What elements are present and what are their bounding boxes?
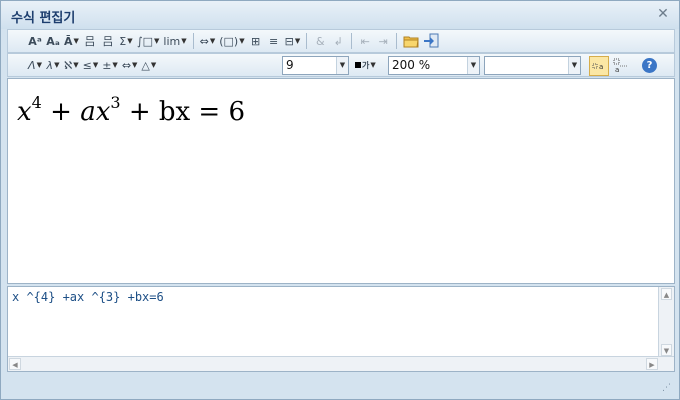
help-icon[interactable]: ? <box>642 58 657 73</box>
integral-button[interactable]: ∫□ ▼ <box>135 31 162 51</box>
divider <box>396 33 398 49</box>
chevron-down-icon: ▼ <box>181 37 187 45</box>
ampersand-button[interactable]: & <box>311 31 329 51</box>
limit-button[interactable]: lim ▼ <box>161 31 188 51</box>
chevron-down-icon: ▼ <box>36 61 42 69</box>
divider <box>192 33 194 49</box>
chevron-down-icon: ▼ <box>112 61 118 69</box>
open-folder-icon[interactable] <box>401 31 421 51</box>
bracket-button[interactable]: (□) ▼ <box>217 31 246 51</box>
scroll-right-icon[interactable]: ▶ <box>646 358 658 370</box>
newline-button[interactable]: ↲ <box>329 31 347 51</box>
accent-button[interactable]: Ā ▼ <box>62 31 81 51</box>
status-bar: ⋰ <box>7 375 675 395</box>
greek-lower-label: λ <box>46 58 54 72</box>
chevron-down-icon: ▼ <box>209 37 216 45</box>
chevron-down-icon: ▼ <box>132 61 138 69</box>
grid-button[interactable]: ⊟ ▼ <box>283 31 303 51</box>
formula-rest: + bx = 6 <box>128 97 246 127</box>
subscript-button[interactable]: Aₐ <box>44 31 62 51</box>
chevron-down-icon[interactable]: ▼ <box>568 57 580 74</box>
font-size-select[interactable]: 9 ▼ <box>282 56 349 75</box>
arrow-symbol-label: ⇔ <box>121 58 132 72</box>
text-color-button[interactable]: 가 ▼ <box>353 55 378 75</box>
matrix-button[interactable]: ⊞ <box>247 31 265 51</box>
integral-label: ∫□ <box>136 34 154 48</box>
chevron-down-icon: ▼ <box>150 61 157 69</box>
misc-symbol-label: △ <box>141 58 150 72</box>
window-title: 수식 편집기 <box>11 11 76 26</box>
bracket-label: (□) <box>219 34 239 48</box>
formula-var-x: x <box>17 97 32 127</box>
divider <box>306 33 308 49</box>
chevron-down-icon[interactable]: ▼ <box>336 57 348 74</box>
grid-label: ⊟ <box>284 34 294 48</box>
toolbar-symbols: Λ ▼ λ ▼ ℵ ▼ ≤ ▼ ± ▼ ⇔ ▼ △ ▼ 9 ▼ 가 ▼ 200 % ▼ ▼ a <box>7 53 675 77</box>
inline-mode-icon[interactable]: a <box>589 56 609 76</box>
resize-grip-icon[interactable]: ⋰ <box>662 383 671 393</box>
chevron-down-icon: ▼ <box>92 61 99 69</box>
align-button[interactable]: ≡ <box>265 31 283 51</box>
chevron-down-icon: ▼ <box>294 37 301 45</box>
close-icon[interactable]: ✕ <box>655 6 671 22</box>
title-bar: 수식 편집기 ✕ <box>1 1 679 29</box>
misc-symbol-button[interactable]: △ ▼ <box>139 55 158 75</box>
accent-label: Ā <box>64 34 73 48</box>
formula-preview[interactable]: x4 + ax3 + bx = 6 <box>7 78 675 284</box>
chevron-down-icon[interactable]: ▼ <box>467 57 479 74</box>
chevron-down-icon: ▼ <box>73 37 79 45</box>
arrow-label: ⇔ <box>199 34 209 48</box>
formula-exponent: 4 <box>31 93 42 112</box>
formula-exponent: 3 <box>110 93 121 112</box>
font-name-select[interactable]: ▼ <box>484 56 581 75</box>
formula-source-editor[interactable]: x ^{4} +ax ^{3} +bx=6 ▲ ▼ ◀ ▶ <box>7 286 675 372</box>
zoom-value: 200 % <box>392 58 431 72</box>
sum-button[interactable]: Σ ▼ <box>117 31 135 51</box>
display-mode-icon[interactable]: a <box>611 55 631 75</box>
font-size-value: 9 <box>286 58 294 72</box>
arrow-symbol-button[interactable]: ⇔ ▼ <box>120 55 140 75</box>
greek-upper-label: Λ <box>28 58 36 72</box>
arrow-button[interactable]: ⇔ ▼ <box>198 31 218 51</box>
operator-button[interactable]: ± ▼ <box>100 55 120 75</box>
scroll-down-icon[interactable]: ▼ <box>661 344 672 356</box>
divider <box>351 33 353 49</box>
relation-button[interactable]: ≤ ▼ <box>81 55 101 75</box>
vertical-scrollbar[interactable]: ▲ ▼ <box>658 287 674 357</box>
chevron-down-icon: ▼ <box>239 37 245 45</box>
formula-term-ax: ax <box>80 97 111 127</box>
svg-text:a: a <box>615 66 619 73</box>
rendered-formula: x4 + ax3 + bx = 6 <box>17 93 245 127</box>
zoom-select[interactable]: 200 % ▼ <box>388 56 480 75</box>
formula-source-text[interactable]: x ^{4} +ax ^{3} +bx=6 <box>12 290 164 304</box>
chevron-down-icon: ▼ <box>73 61 79 69</box>
greek-upper-button[interactable]: Λ ▼ <box>26 55 44 75</box>
insert-export-icon[interactable] <box>421 31 441 51</box>
formula-plus: + <box>50 97 72 127</box>
hebrew-button[interactable]: ℵ ▼ <box>62 55 81 75</box>
relation-label: ≤ <box>82 58 92 72</box>
toolbar-structures: Aᵃ Aₐ Ā ▼ 吕 吕 Σ ▼ ∫□ ▼ lim ▼ ⇔ ▼ (□) ▼ ⊞ ≡ ⊟ ▼ … <box>7 29 675 53</box>
chevron-down-icon: ▼ <box>370 61 376 69</box>
operator-label: ± <box>102 58 112 72</box>
sum-label: Σ <box>119 34 127 48</box>
scroll-left-icon[interactable]: ◀ <box>9 358 21 370</box>
equation-editor-window: 수식 편집기 ✕ Aᵃ Aₐ Ā ▼ 吕 吕 Σ ▼ ∫□ ▼ lim ▼ ⇔ ▼ (□)… <box>0 0 680 400</box>
root-button[interactable]: 吕 <box>99 31 117 51</box>
chevron-down-icon: ▼ <box>54 61 60 69</box>
color-swatch-icon <box>355 62 361 68</box>
chevron-down-icon: ▼ <box>127 37 133 45</box>
greek-lower-button[interactable]: λ ▼ <box>44 55 62 75</box>
move-left-button[interactable]: ⇤ <box>356 31 374 51</box>
limit-label: lim <box>163 34 181 48</box>
move-right-button[interactable]: ⇥ <box>374 31 392 51</box>
hebrew-label: ℵ <box>64 58 73 72</box>
text-color-label: 가 <box>362 60 370 70</box>
horizontal-scrollbar[interactable]: ◀ ▶ <box>8 356 674 371</box>
scroll-up-icon[interactable]: ▲ <box>661 288 672 300</box>
svg-text:a: a <box>599 63 603 71</box>
chevron-down-icon: ▼ <box>154 37 160 45</box>
fraction-button[interactable]: 吕 <box>81 31 99 51</box>
superscript-button[interactable]: Aᵃ <box>26 31 44 51</box>
